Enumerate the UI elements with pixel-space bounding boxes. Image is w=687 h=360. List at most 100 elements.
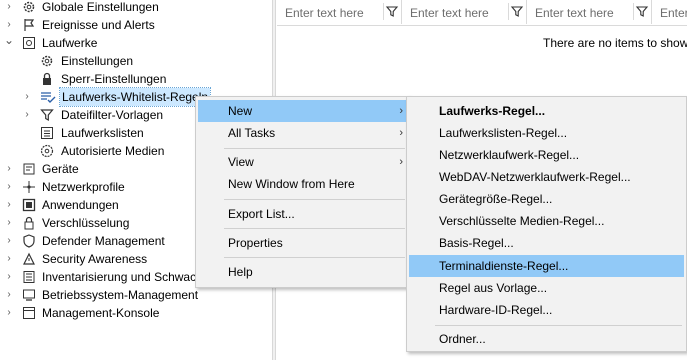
tree-item-betriebssystem-management[interactable]: › Betriebssystem-Management [0,286,272,304]
tree-item-einstellungen[interactable]: Einstellungen [0,52,272,70]
menu-item-new[interactable]: New › [198,100,407,122]
tree-item-sperr-einstellungen[interactable]: Sperr-Einstellungen [0,70,272,88]
tree-item-management-konsole[interactable]: › Management-Konsole [0,304,272,322]
menu-item-properties[interactable]: Properties [198,232,407,254]
filter-cell-3 [527,0,652,24]
menu-item-help[interactable]: Help [198,261,407,283]
checklist-icon [40,90,56,104]
menu-item-label: Ordner... [439,332,486,346]
menu-item-label: Verschlüsselte Medien-Regel... [439,214,605,228]
chevron-right-icon[interactable]: › [4,0,14,16]
filter-cell-1 [277,0,402,24]
submenu-item-verschluesselte-medien-regel[interactable]: Verschlüsselte Medien-Regel... [409,210,684,232]
submenu-item-hardware-id-regel[interactable]: Hardware-ID-Regel... [409,299,684,321]
flag-icon [22,18,36,32]
tree-item-globale-einstellungen[interactable]: › Globale Einstellungen [0,0,272,16]
menu-item-label: Regel aus Vorlage... [439,281,548,295]
submenu-item-webdav-regel[interactable]: WebDAV-Netzwerklaufwerk-Regel... [409,166,684,188]
chevron-right-icon[interactable]: › [4,196,14,214]
menu-item-all-tasks[interactable]: All Tasks › [198,122,407,144]
filter-icon [40,108,54,122]
menu-item-label: WebDAV-Netzwerklaufwerk-Regel... [439,170,631,184]
submenu-item-basis-regel[interactable]: Basis-Regel... [409,232,684,254]
disc-icon [40,144,54,158]
menu-separator [435,325,682,326]
chevron-right-icon[interactable]: › [22,88,32,106]
submenu-item-laufwerks-regel[interactable]: Laufwerks-Regel... [409,100,684,122]
menu-item-label: Laufwerkslisten-Regel... [439,126,568,140]
tree-item-label: Einstellungen [61,54,134,68]
menu-item-label: All Tasks [228,126,276,140]
menu-separator [224,228,405,229]
tree-item-laufwerke[interactable]: ⌄ Laufwerke [0,31,272,52]
tree-item-label: Defender Management [42,234,165,248]
filter-icon[interactable] [508,3,525,20]
chevron-right-icon[interactable]: › [4,286,14,304]
menu-separator [224,148,405,149]
filter-input[interactable] [658,4,687,22]
filter-icon[interactable] [633,3,650,20]
chevron-right-icon[interactable]: › [4,178,14,196]
menu-item-export-list[interactable]: Export List... [198,203,407,225]
menu-item-new-window[interactable]: New Window from Here [198,173,407,195]
tree-item-label: Ereignisse und Alerts [42,18,155,32]
menu-item-label: Netzwerklaufwerk-Regel... [439,148,580,162]
chevron-right-icon[interactable]: › [22,106,32,124]
empty-list-message: There are no items to show [543,36,687,50]
tree-item-label: Security Awareness [42,252,148,266]
tree-item-label: Anwendungen [42,198,119,212]
menu-item-label: View [228,155,254,169]
chevron-right-icon[interactable]: › [4,250,14,268]
submenu-item-geraetegroesse-regel[interactable]: Gerätegröße-Regel... [409,188,684,210]
filter-input[interactable] [408,4,507,22]
padlock-icon [22,216,36,230]
menu-item-label: Properties [228,236,283,250]
drive-icon [22,36,36,50]
tree-item-label: Verschlüsselung [42,216,130,230]
filter-cell-2 [402,0,527,24]
chevron-right-icon[interactable]: › [4,304,14,322]
submenu-item-netzwerklaufwerk-regel[interactable]: Netzwerklaufwerk-Regel... [409,144,684,166]
submenu-item-laufwerkslisten-regel[interactable]: Laufwerkslisten-Regel... [409,122,684,144]
filter-cell-4 [652,0,687,24]
filter-input[interactable] [533,4,632,22]
filter-icon[interactable] [383,3,400,20]
menu-item-label: Export List... [228,207,295,221]
menu-separator [224,257,405,258]
tree-item-label: Geräte [42,162,79,176]
shield-icon [22,234,36,248]
inventory-icon [22,270,36,284]
menu-separator [224,199,405,200]
tree-item-label: Sperr-Einstellungen [61,72,167,86]
chevron-right-icon[interactable]: › [4,214,14,232]
menu-item-view[interactable]: View › [198,151,407,173]
os-icon [22,288,36,302]
tree-item-label: Laufwerkslisten [61,126,144,140]
console-icon [22,306,36,320]
context-menu: New › All Tasks › View › New Window from… [195,96,410,288]
filter-input[interactable] [283,4,382,22]
tree-item-label: Management-Konsole [42,306,160,320]
gear-icon [22,0,36,14]
tree-item-label: Globale Einstellungen [42,0,159,14]
awareness-icon [22,252,36,266]
menu-item-label: Basis-Regel... [439,236,514,250]
chevron-right-icon[interactable]: › [4,268,14,286]
gear-icon [40,54,54,68]
menu-item-label: Hardware-ID-Regel... [439,303,553,317]
tree-item-label: Laufwerke [42,36,98,50]
submenu-arrow-icon: › [399,156,403,168]
chevron-right-icon[interactable]: › [4,160,14,178]
submenu-item-regel-aus-vorlage[interactable]: Regel aus Vorlage... [409,277,684,299]
menu-item-label: Laufwerks-Regel... [439,104,546,118]
app-icon [22,198,36,212]
new-submenu: Laufwerks-Regel... Laufwerkslisten-Regel… [406,96,687,352]
submenu-item-terminaldienste-regel[interactable]: Terminaldienste-Regel... [409,255,684,277]
chevron-down-icon[interactable]: ⌄ [4,31,14,49]
tree-item-ereignisse-und-alerts[interactable]: › Ereignisse und Alerts [0,16,272,34]
menu-item-label: Gerätegröße-Regel... [439,192,553,206]
chevron-right-icon[interactable]: › [4,232,14,250]
menu-item-label: New Window from Here [228,177,355,191]
lock-icon [40,72,54,86]
submenu-item-ordner[interactable]: Ordner... [409,328,684,350]
